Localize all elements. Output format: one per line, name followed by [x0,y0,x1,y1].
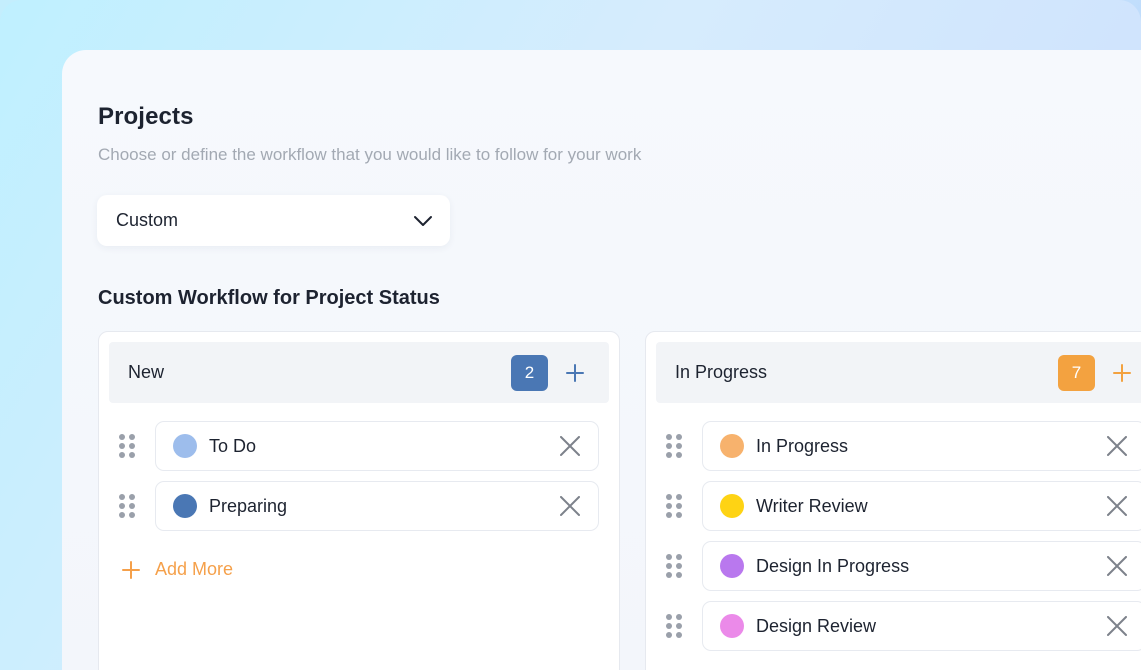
workflow-select-value: Custom [116,210,179,230]
section-title: Custom Workflow for Project Status [98,287,440,309]
list-item: Preparing [99,481,619,531]
plus-icon [122,560,140,579]
close-icon[interactable] [558,494,582,518]
plus-icon [1113,363,1131,382]
status-color-dot [173,494,197,518]
drag-handle-icon[interactable] [99,481,155,531]
add-more-label: Add More [155,559,234,579]
status-column-new: New 2 To Do Preparing Add More [98,331,620,670]
drag-handle-icon[interactable] [646,601,702,651]
close-icon[interactable] [1105,494,1129,518]
page-title: Projects [98,103,194,130]
status-column-in-progress: In Progress 7 In Progress Writer Review … [645,331,1141,670]
status-label: Design In Progress [756,555,910,576]
column-header: In Progress 7 [656,342,1141,403]
close-icon[interactable] [1105,434,1129,458]
close-icon[interactable] [1105,554,1129,578]
list-item: Writer Review [646,481,1141,531]
status-color-dot [720,554,744,578]
chevron-down-icon [413,215,433,227]
column-title: New [128,362,165,382]
add-status-button[interactable] [564,362,586,384]
status-item[interactable]: Preparing [155,481,599,531]
status-item[interactable]: Writer Review [702,481,1141,531]
status-color-dot [720,494,744,518]
status-label: Preparing [209,495,288,516]
status-label: To Do [209,435,257,456]
list-item: To Do [99,421,619,471]
status-item[interactable]: Design Review [702,601,1141,651]
close-icon[interactable] [1105,614,1129,638]
status-label: Design Review [756,615,877,636]
column-title: In Progress [675,362,768,382]
status-label: In Progress [756,435,849,456]
add-status-button[interactable] [1111,362,1133,384]
drag-handle-icon[interactable] [646,421,702,471]
list-item: In Progress [646,421,1141,471]
status-list: To Do Preparing [99,421,619,541]
workflow-select[interactable]: Custom [97,195,450,246]
drag-handle-icon[interactable] [99,421,155,471]
status-list: In Progress Writer Review Design In Prog… [646,421,1141,661]
list-item: Design Review [646,601,1141,651]
list-item: Design In Progress [646,541,1141,591]
page-subtitle: Choose or define the workflow that you w… [98,145,642,164]
status-color-dot [173,434,197,458]
count-badge: 7 [1058,354,1095,391]
status-item[interactable]: To Do [155,421,599,471]
plus-icon [566,363,584,382]
close-icon[interactable] [558,434,582,458]
drag-handle-icon[interactable] [646,481,702,531]
status-item[interactable]: Design In Progress [702,541,1141,591]
column-header: New 2 [109,342,609,403]
status-color-dot [720,614,744,638]
status-label: Writer Review [756,495,868,516]
status-color-dot [720,434,744,458]
add-more-button[interactable]: Add More [121,559,233,580]
drag-handle-icon[interactable] [646,541,702,591]
count-badge: 2 [511,354,548,391]
status-item[interactable]: In Progress [702,421,1141,471]
